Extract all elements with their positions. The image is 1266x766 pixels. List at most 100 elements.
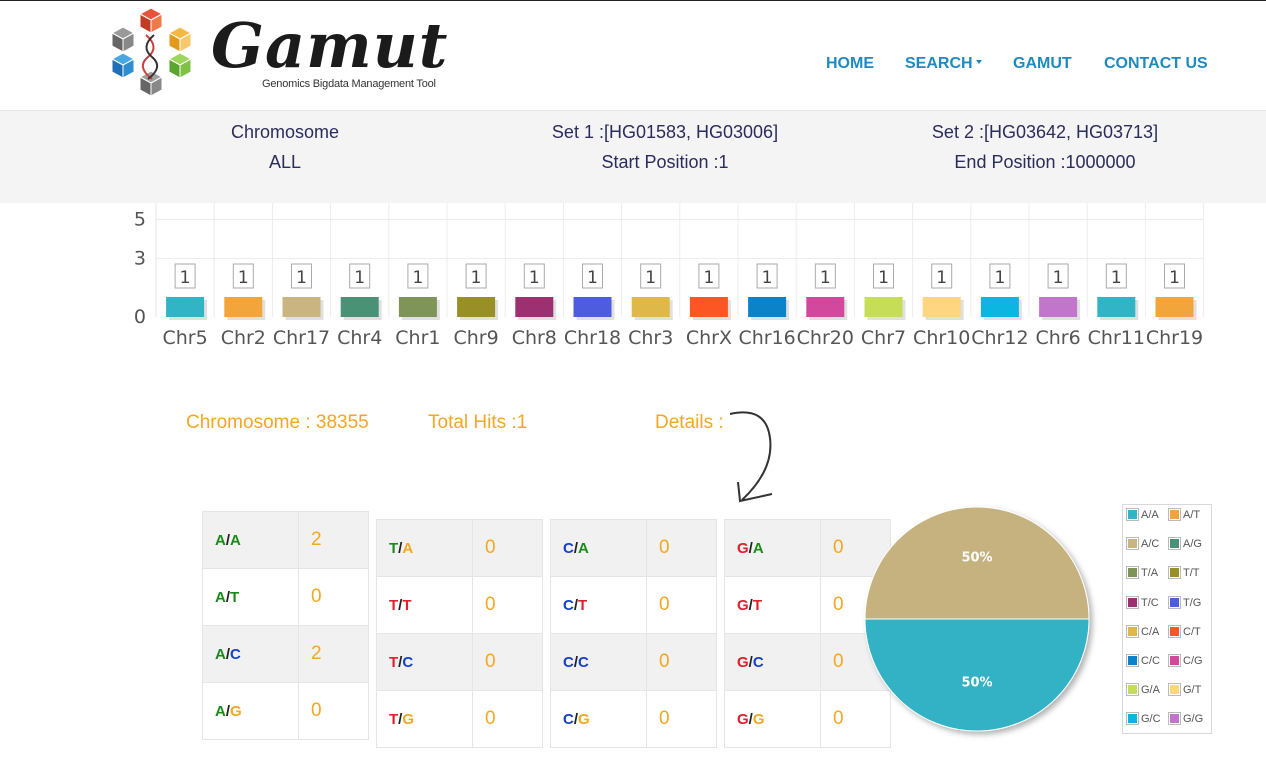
mutation-count: 0	[472, 633, 543, 691]
legend-swatch	[1168, 712, 1181, 726]
pie-legend: A/A A/T A/C A/G T/A T/T T/C T/G C/A C/T C/C C/G G/A G…	[1122, 504, 1212, 734]
ref-base: G	[737, 539, 749, 557]
bar[interactable]	[398, 297, 437, 317]
alt-base: C	[578, 653, 589, 671]
start-position: Start Position :1	[601, 152, 729, 172]
nav-contact[interactable]: CONTACT US	[1104, 55, 1208, 73]
legend-label: A/C	[1141, 538, 1160, 551]
bar[interactable]	[864, 297, 903, 317]
legend-item[interactable]: G/A	[1126, 683, 1160, 697]
bar[interactable]	[515, 297, 554, 317]
y-tick-label: 0	[134, 306, 146, 328]
bar[interactable]	[340, 297, 379, 317]
gamut-logo[interactable]: Gamut Genomics Bigdata Management Tool	[108, 5, 447, 103]
bar[interactable]	[1155, 297, 1194, 317]
bar-value-label: 1	[762, 268, 773, 288]
alt-base: G	[402, 710, 415, 728]
legend-item[interactable]: C/C	[1126, 654, 1160, 667]
x-tick-label: Chr10	[913, 327, 970, 349]
mutation-pair: G/G	[724, 690, 821, 748]
legend-swatch	[1168, 595, 1181, 609]
mutation-pair: G/A	[724, 519, 821, 577]
legend-item[interactable]: T/T	[1168, 566, 1200, 580]
ref-base: G	[737, 596, 749, 614]
nav-search[interactable]: SEARCH	[905, 55, 982, 73]
bar[interactable]	[573, 297, 612, 317]
bar[interactable]	[224, 297, 263, 317]
legend-item[interactable]: T/G	[1168, 595, 1202, 609]
x-tick-label: Chr8	[512, 327, 557, 349]
x-tick-label: Chr11	[1088, 327, 1145, 349]
end-position: End Position :1000000	[954, 152, 1136, 172]
mutation-row: T/C 0	[376, 633, 543, 691]
bar[interactable]	[689, 297, 728, 317]
legend-label: G/A	[1141, 684, 1160, 697]
y-tick-label: 3	[134, 248, 146, 270]
mutation-count: 0	[646, 690, 717, 748]
mutation-row: C/A 0	[550, 519, 717, 577]
legend-item[interactable]: A/A	[1126, 508, 1159, 521]
ref-base: A	[215, 588, 226, 606]
bar[interactable]	[1039, 297, 1078, 317]
bar-value-label: 1	[354, 268, 365, 288]
legend-item[interactable]: C/T	[1168, 624, 1201, 638]
legend-item[interactable]: A/G	[1168, 537, 1202, 551]
bar[interactable]	[1097, 297, 1136, 317]
ref-base: A	[215, 702, 226, 720]
x-tick-label: Chr2	[221, 327, 266, 349]
mutation-row: C/G 0	[550, 690, 717, 748]
bar-value-label: 1	[412, 268, 423, 288]
ref-base: G	[737, 653, 749, 671]
x-tick-label: Chr6	[1035, 327, 1080, 349]
ref-base: C	[563, 710, 574, 728]
x-tick-label: Chr17	[273, 327, 330, 349]
bar[interactable]	[806, 297, 845, 317]
legend-swatch	[1126, 712, 1139, 726]
nav-gamut[interactable]: GAMUT	[1013, 55, 1072, 73]
legend-item[interactable]: T/A	[1126, 566, 1158, 580]
mutation-pair: T/T	[376, 576, 473, 634]
query-summary-bar: Chromosome ALL Set 1 :[HG01583, HG03006]…	[0, 111, 1266, 203]
legend-item[interactable]: G/C	[1126, 712, 1161, 726]
x-tick-label: Chr4	[337, 327, 382, 349]
bar[interactable]	[922, 297, 961, 317]
bar[interactable]	[282, 297, 321, 317]
legend-label: G/T	[1183, 684, 1202, 697]
x-tick-label: Chr7	[861, 327, 906, 349]
mutation-pie-chart: 50% 50%	[864, 506, 1090, 732]
alt-base: T	[402, 596, 412, 614]
legend-item[interactable]: T/C	[1126, 595, 1159, 609]
legend-label: T/G	[1183, 596, 1202, 609]
mutation-row: T/G 0	[376, 690, 543, 748]
legend-label: C/C	[1141, 655, 1160, 667]
mutation-count: 0	[646, 576, 717, 634]
legend-swatch	[1168, 508, 1181, 521]
legend-item[interactable]: G/G	[1168, 712, 1203, 726]
mutation-row: A/G 0	[202, 682, 369, 740]
bar[interactable]	[631, 297, 670, 317]
alt-base: C	[752, 653, 764, 671]
legend-label: C/T	[1183, 625, 1201, 638]
legend-item[interactable]: A/T	[1168, 508, 1200, 521]
legend-item[interactable]: A/C	[1126, 537, 1160, 551]
legend-swatch	[1126, 654, 1139, 667]
legend-label: A/G	[1183, 538, 1202, 551]
legend-item[interactable]: G/T	[1168, 683, 1202, 697]
bar[interactable]	[748, 297, 787, 317]
legend-label: G/C	[1141, 713, 1161, 726]
bar[interactable]	[166, 297, 205, 317]
nav-home[interactable]: HOME	[826, 55, 874, 73]
mutation-row: A/A 2	[202, 511, 369, 569]
legend-swatch	[1126, 595, 1139, 609]
bar[interactable]	[980, 297, 1019, 317]
mutation-pair: T/C	[376, 633, 473, 691]
bar[interactable]	[457, 297, 496, 317]
alt-base: G	[578, 710, 590, 728]
chromosome-value: ALL	[268, 152, 302, 172]
chromosome-label: Chromosome	[230, 122, 340, 142]
mutation-pair: C/C	[550, 633, 647, 691]
alt-base: G	[752, 710, 765, 728]
legend-item[interactable]: C/G	[1168, 654, 1203, 667]
mutation-pair: T/A	[376, 519, 473, 577]
legend-item[interactable]: C/A	[1126, 624, 1159, 638]
